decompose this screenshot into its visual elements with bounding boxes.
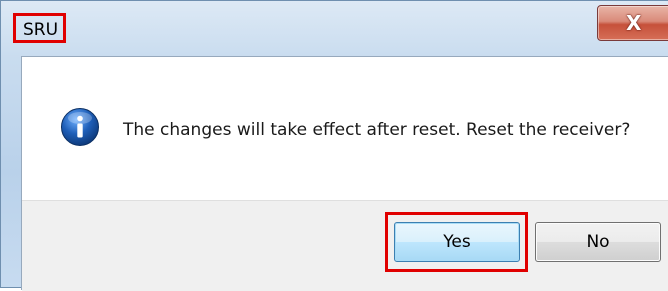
close-icon: X — [626, 11, 642, 35]
button-bar: Yes No — [22, 200, 668, 291]
dialog-client-area: The changes will take effect after reset… — [21, 56, 668, 291]
dialog-message: The changes will take effect after reset… — [123, 120, 631, 140]
title-bar[interactable]: SRU X — [1, 1, 668, 49]
dialog-window: SRU X The changes will take effect after… — [0, 0, 668, 291]
title-highlight-box — [13, 13, 66, 43]
message-area: The changes will take effect after reset… — [22, 57, 668, 200]
no-button[interactable]: No — [535, 222, 661, 262]
info-icon — [61, 108, 99, 146]
close-button[interactable]: X — [597, 5, 668, 41]
yes-button[interactable]: Yes — [394, 222, 520, 262]
